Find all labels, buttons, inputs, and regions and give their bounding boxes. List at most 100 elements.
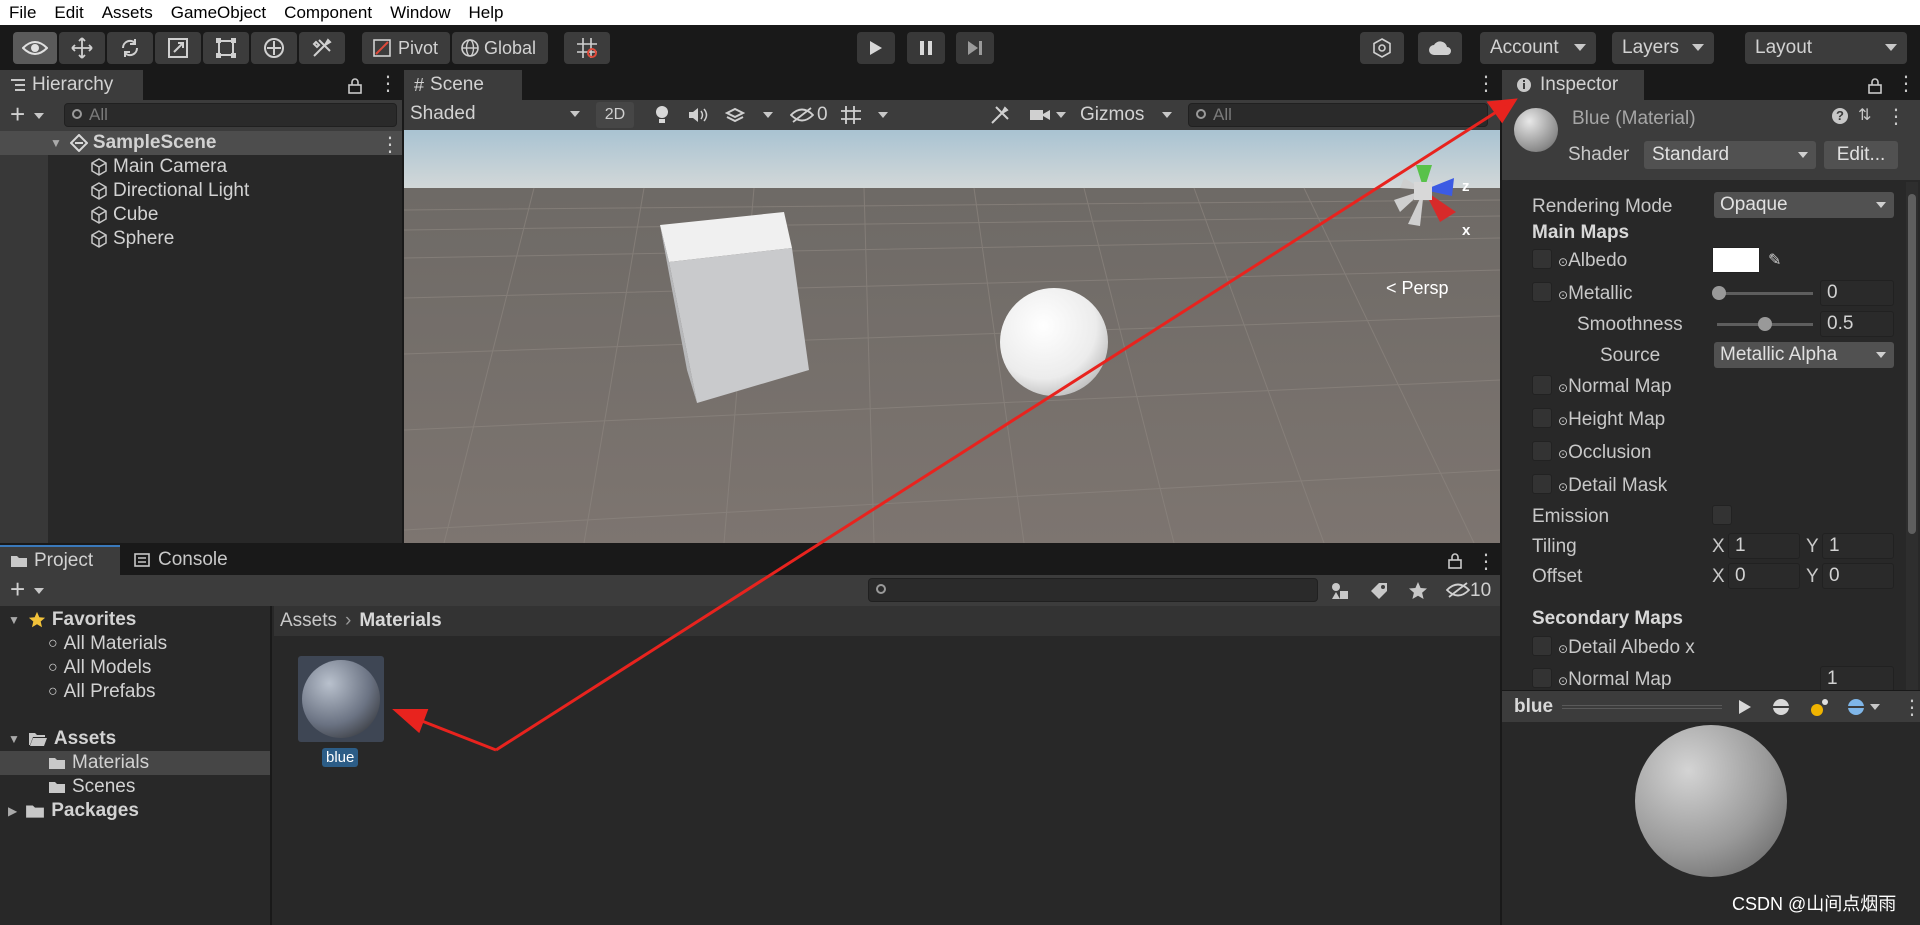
play-icon[interactable] — [1738, 699, 1752, 715]
custom-tool-button[interactable] — [299, 32, 345, 64]
scene-more-icon[interactable]: ⋮ — [1476, 74, 1496, 94]
edit-shader-button[interactable]: Edit... — [1824, 141, 1898, 169]
hierarchy-item-cube[interactable]: Cube — [90, 203, 158, 227]
effects-layers-icon[interactable] — [725, 105, 745, 125]
add-dropdown-arrow[interactable] — [34, 113, 44, 119]
assets-folder-row[interactable]: ▼ Assets — [8, 727, 116, 751]
materials-folder-row[interactable]: Materials — [0, 751, 270, 775]
light-toggle-icon[interactable] — [1810, 697, 1830, 717]
offset-y-field[interactable]: 0 — [1822, 563, 1894, 589]
more-icon[interactable]: ⋮ — [1896, 74, 1916, 94]
menu-window[interactable]: Window — [381, 3, 459, 23]
chevron-down-icon[interactable] — [1870, 704, 1880, 710]
tiling-y-field[interactable]: 1 — [1822, 533, 1894, 559]
scene-viewport[interactable]: z x < Persp — [404, 130, 1500, 543]
detail-albedo-texture-slot[interactable] — [1532, 636, 1552, 656]
tab-console[interactable]: Console — [122, 545, 254, 575]
audio-icon[interactable] — [688, 107, 708, 123]
hierarchy-search-input[interactable]: All — [64, 103, 397, 127]
step-button[interactable] — [956, 32, 994, 64]
project-search-input[interactable] — [868, 578, 1318, 602]
hierarchy-item-sphere[interactable]: Sphere — [90, 227, 174, 251]
menu-file[interactable]: File — [0, 3, 45, 23]
secondary-normal-scale-field[interactable]: 1 — [1820, 666, 1894, 690]
asset-name-label[interactable]: blue — [322, 748, 359, 767]
scene-row[interactable]: ▼ SampleScene ⋮ — [0, 131, 402, 157]
tiling-x-field[interactable]: 1 — [1728, 533, 1800, 559]
move-tool-button[interactable] — [59, 32, 105, 64]
favorite-all-materials[interactable]: ○ All Materials — [48, 632, 167, 656]
tools-icon[interactable] — [990, 105, 1010, 125]
favorite-all-prefabs[interactable]: ○ All Prefabs — [48, 680, 156, 704]
lock-icon[interactable] — [348, 78, 362, 94]
scene-search-input[interactable]: All — [1188, 103, 1488, 127]
star-favorite-icon[interactable] — [1408, 581, 1428, 601]
add-icon[interactable]: + — [10, 101, 25, 127]
metallic-slider-track[interactable] — [1717, 292, 1813, 295]
rotate-tool-button[interactable] — [107, 32, 153, 64]
tab-hierarchy[interactable]: Hierarchy — [0, 70, 143, 100]
chevron-down-icon[interactable] — [1162, 112, 1172, 118]
rendering-mode-dropdown[interactable]: Opaque — [1714, 192, 1894, 218]
source-dropdown[interactable]: Metallic Alpha — [1714, 342, 1894, 368]
collapse-arrow-icon[interactable]: ▶ — [8, 804, 17, 818]
breadcrumb-materials[interactable]: Materials — [359, 610, 441, 632]
menu-help[interactable]: Help — [460, 3, 513, 23]
packages-folder-row[interactable]: ▶ Packages — [8, 799, 139, 823]
scene-more-icon[interactable]: ⋮ — [380, 132, 400, 157]
metallic-value-field[interactable]: 0 — [1820, 280, 1894, 306]
expand-arrow-icon[interactable]: ▼ — [8, 613, 20, 627]
secondary-normal-map-slot[interactable] — [1532, 668, 1552, 688]
expand-arrow-icon[interactable]: ▼ — [50, 136, 62, 150]
grid-icon[interactable] — [840, 105, 862, 125]
scale-tool-button[interactable] — [155, 32, 201, 64]
tab-inspector[interactable]: Inspector — [1502, 70, 1644, 100]
chevron-down-icon[interactable] — [1056, 112, 1066, 118]
offset-x-field[interactable]: 0 — [1728, 563, 1800, 589]
albedo-color-swatch[interactable] — [1712, 247, 1760, 273]
gizmos-dropdown[interactable]: Gizmos — [1074, 100, 1158, 130]
component-more-icon[interactable]: ⋮ — [1886, 104, 1906, 129]
filter-by-type-icon[interactable] — [1330, 581, 1350, 601]
tab-project[interactable]: Project — [0, 545, 120, 575]
asset-item-blue[interactable] — [298, 656, 384, 742]
height-map-texture-slot[interactable] — [1532, 408, 1552, 428]
smoothness-value-field[interactable]: 0.5 — [1820, 311, 1894, 337]
sphere-mesh-icon[interactable] — [1772, 698, 1790, 716]
scenes-folder-row[interactable]: Scenes — [48, 775, 135, 799]
filter-by-label-icon[interactable] — [1369, 581, 1389, 601]
add-dropdown-arrow[interactable] — [34, 588, 44, 594]
metallic-slider-knob[interactable] — [1712, 286, 1726, 300]
transform-tool-button[interactable] — [251, 32, 297, 64]
detail-mask-texture-slot[interactable] — [1532, 474, 1552, 494]
hidden-eye-icon[interactable] — [790, 107, 814, 123]
breadcrumb-assets[interactable]: Assets — [280, 610, 337, 632]
chevron-down-icon[interactable] — [763, 112, 773, 118]
add-icon[interactable]: + — [10, 576, 25, 602]
menu-edit[interactable]: Edit — [45, 3, 92, 23]
layers-dropdown[interactable]: Layers — [1612, 32, 1714, 64]
pivot-toggle[interactable]: Pivot — [362, 32, 450, 64]
menu-assets[interactable]: Assets — [93, 3, 162, 23]
lock-icon[interactable] — [1868, 78, 1882, 94]
collab-button[interactable] — [1360, 32, 1404, 64]
material-preview-sphere[interactable] — [1635, 725, 1787, 877]
mode-2d-toggle[interactable]: 2D — [596, 102, 634, 128]
inspector-scrollbar[interactable] — [1906, 182, 1918, 690]
eyedropper-icon[interactable]: ✎ — [1768, 250, 1781, 270]
normal-map-texture-slot[interactable] — [1532, 375, 1552, 395]
menu-component[interactable]: Component — [275, 3, 381, 23]
expand-arrow-icon[interactable]: ▼ — [8, 732, 20, 746]
play-button[interactable] — [857, 32, 895, 64]
persp-label[interactable]: < Persp — [1386, 278, 1449, 298]
occlusion-texture-slot[interactable] — [1532, 441, 1552, 461]
favorites-row[interactable]: ▼ Favorites — [8, 608, 136, 632]
lighting-bulb-icon[interactable] — [654, 105, 670, 125]
shading-mode-dropdown[interactable]: Shaded — [410, 103, 588, 127]
account-dropdown[interactable]: Account — [1480, 32, 1596, 64]
more-icon[interactable]: ⋮ — [378, 74, 398, 94]
grid-snap-button[interactable] — [564, 32, 610, 64]
hierarchy-item-directional-light[interactable]: Directional Light — [90, 179, 249, 203]
preset-sliders-icon[interactable]: ⇅ — [1858, 105, 1871, 125]
tab-scene[interactable]: # Scene — [404, 70, 522, 100]
